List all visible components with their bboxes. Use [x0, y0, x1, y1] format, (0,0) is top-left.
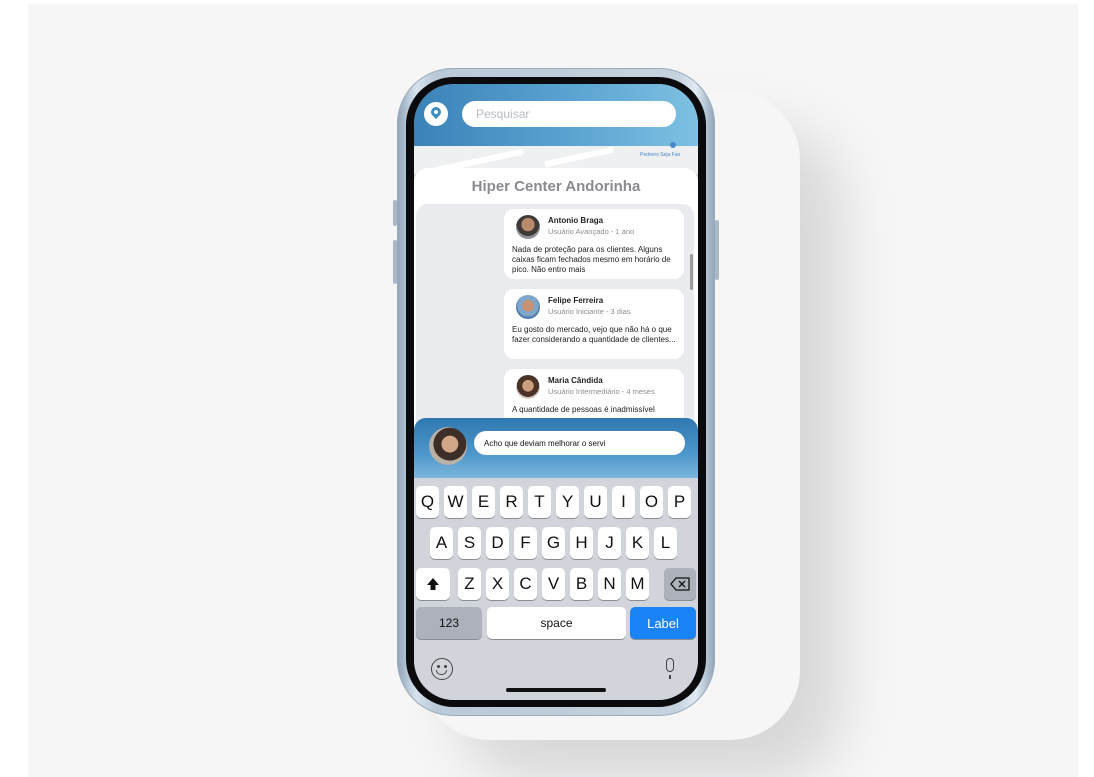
comment-input[interactable]: [474, 431, 685, 455]
search-input[interactable]: [462, 101, 676, 127]
key-n[interactable]: N: [598, 568, 621, 600]
side-button: [715, 220, 719, 280]
review-meta: Usuário Avançado - 1 ano: [548, 227, 635, 236]
key-o[interactable]: O: [640, 486, 663, 518]
map-road: [544, 146, 614, 168]
review-card[interactable]: Felipe Ferreira Usuário Iniciante - 3 di…: [504, 289, 684, 359]
shift-icon: [427, 578, 439, 590]
review-author: Maria Cândida: [548, 376, 603, 385]
location-pin-icon[interactable]: [424, 102, 448, 126]
key-w[interactable]: W: [444, 486, 467, 518]
action-key[interactable]: Label: [630, 607, 696, 639]
space-key[interactable]: space: [487, 607, 626, 639]
key-x[interactable]: X: [486, 568, 509, 600]
comment-composer: [414, 418, 698, 478]
shift-key[interactable]: [416, 568, 450, 600]
key-p[interactable]: P: [668, 486, 691, 518]
review-author: Antonio Braga: [548, 216, 604, 225]
review-author: Felipe Ferreira: [548, 296, 604, 305]
key-v[interactable]: V: [542, 568, 565, 600]
key-l[interactable]: L: [654, 527, 677, 559]
phone-screen: Pedreiro Seja Fan Hiper Center Andorinha…: [414, 84, 698, 700]
key-m[interactable]: M: [626, 568, 649, 600]
map-marker-icon[interactable]: [670, 142, 676, 148]
key-z[interactable]: Z: [458, 568, 481, 600]
place-title: Hiper Center Andorinha: [471, 178, 641, 195]
side-button: [393, 240, 397, 284]
delete-key[interactable]: [664, 568, 696, 600]
key-s[interactable]: S: [458, 527, 481, 559]
key-j[interactable]: J: [598, 527, 621, 559]
review-text: Nada de proteção para os clientes. Algun…: [512, 245, 671, 274]
map-place-label: Pedreiro Seja Fan: [640, 152, 681, 158]
top-bar: [414, 84, 698, 146]
key-c[interactable]: C: [514, 568, 537, 600]
key-t[interactable]: T: [528, 486, 551, 518]
user-avatar: [429, 427, 467, 465]
key-i[interactable]: I: [612, 486, 635, 518]
key-y[interactable]: Y: [556, 486, 579, 518]
key-a[interactable]: A: [430, 527, 453, 559]
delete-icon: [670, 577, 690, 591]
key-b[interactable]: B: [570, 568, 593, 600]
microphone-icon[interactable]: [666, 658, 674, 679]
review-meta: Usuário Intermediário - 4 meses: [548, 387, 655, 396]
avatar: [516, 375, 540, 399]
review-card[interactable]: Antonio Braga Usuário Avançado - 1 ano N…: [504, 209, 684, 279]
reviews-list[interactable]: Antonio Braga Usuário Avançado - 1 ano N…: [416, 204, 694, 436]
review-meta: Usuário Iniciante - 3 dias: [548, 307, 631, 316]
home-indicator[interactable]: [506, 688, 606, 692]
key-k[interactable]: K: [626, 527, 649, 559]
emoji-icon[interactable]: [431, 658, 453, 680]
key-e[interactable]: E: [472, 486, 495, 518]
key-h[interactable]: H: [570, 527, 593, 559]
side-button: [393, 200, 397, 226]
scrollbar[interactable]: [690, 254, 693, 290]
review-text: A quantidade de pessoas é inadmissível: [512, 405, 655, 414]
key-f[interactable]: F: [514, 527, 537, 559]
review-text: Eu gosto do mercado, vejo que não há o q…: [512, 325, 676, 344]
key-g[interactable]: G: [542, 527, 565, 559]
keyboard: Q W E R T Y U I O P A S D F G H J K L Z …: [414, 478, 698, 700]
avatar: [516, 215, 540, 239]
key-q[interactable]: Q: [416, 486, 439, 518]
key-r[interactable]: R: [500, 486, 523, 518]
numbers-key[interactable]: 123: [416, 607, 482, 639]
key-d[interactable]: D: [486, 527, 509, 559]
key-u[interactable]: U: [584, 486, 607, 518]
avatar: [516, 295, 540, 319]
